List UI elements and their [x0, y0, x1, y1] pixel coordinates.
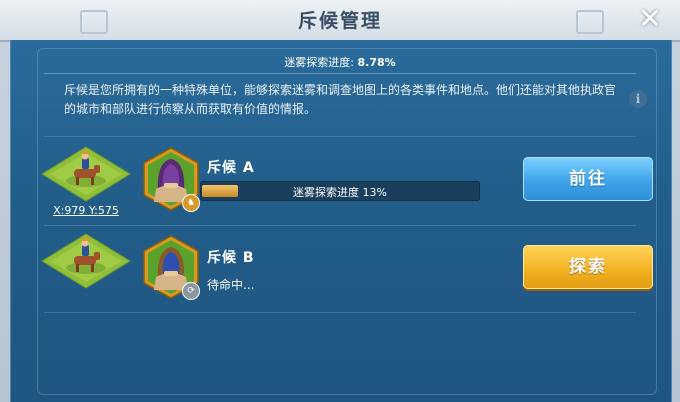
horseman-tile-icon — [41, 146, 131, 202]
row-divider-bottom — [44, 312, 636, 313]
scout-b-portrait: ⟳ — [142, 235, 200, 300]
fog-exploration-progress: 迷雾探索进度: 8.78% — [0, 54, 680, 70]
header-divider — [44, 73, 636, 74]
scout-a-progress-bar: 迷雾探索进度 13% — [200, 181, 480, 201]
fog-progress-percent: 8.78% — [357, 56, 396, 69]
scout-description: 斥候是您所拥有的一种特殊单位，能够探索迷雾和调查地图上的各类事件和地点。他们还能… — [64, 83, 617, 116]
scout-a-progress-text: 迷雾探索进度 13% — [293, 186, 387, 199]
scout-b-map-tile — [40, 232, 132, 290]
horseman-tile-icon — [41, 233, 131, 289]
row-divider-middle — [44, 225, 636, 226]
info-icon[interactable]: i — [629, 90, 647, 108]
explore-button[interactable]: 探索 — [523, 245, 653, 289]
fog-progress-label: 迷雾探索进度: — [284, 56, 358, 69]
scout-a-horse-badge-icon: ♞ — [182, 194, 200, 212]
scout-a-map-tile — [40, 145, 132, 203]
scout-a-portrait: ♞ — [142, 147, 200, 212]
window-title: 斥候管理 — [297, 10, 382, 32]
close-button[interactable]: ✕ — [634, 4, 666, 36]
row-divider-top — [44, 136, 636, 137]
scout-a-coordinates-link[interactable]: X:979 Y:575 — [48, 204, 124, 217]
go-to-button[interactable]: 前往 — [523, 157, 653, 201]
scout-b-name: 斥候 B — [207, 250, 255, 266]
scout-management-window: 斥候管理 ✕ 迷雾探索进度: 8.78% 斥候是您所拥有的一种特殊单位，能够探索… — [0, 0, 680, 402]
title-bar: 斥候管理 ✕ — [0, 0, 680, 42]
scout-b-idle-badge-icon: ⟳ — [182, 282, 200, 300]
scout-a-name: 斥候 A — [207, 160, 255, 176]
scout-b-status: 待命中... — [207, 278, 255, 292]
